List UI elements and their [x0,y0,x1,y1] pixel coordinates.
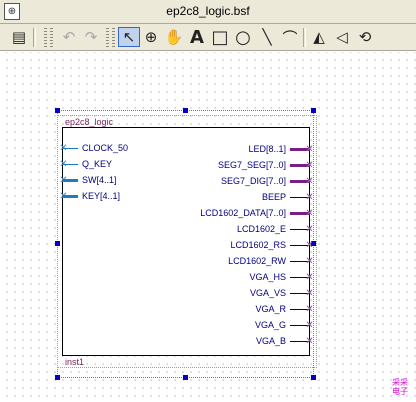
pointer-icon[interactable]: ↖ [118,27,140,47]
line-icon[interactable]: ╲ [256,27,278,47]
toolbar-grip[interactable] [50,28,53,47]
pin-terminal-icon: ✕ [305,320,314,331]
block-icon[interactable]: ▤ [8,27,30,47]
output-pin-label: LCD1602_RW [228,256,286,266]
input-bus-line [62,195,78,198]
undo-icon[interactable]: ↶ [58,27,80,47]
arc-icon[interactable]: ⌒ [279,27,301,47]
input-pin-line [62,148,78,149]
output-pin-label: VGA_G [254,320,286,330]
title-bar: ⊕ ep2c8_logic.bsf [0,0,416,24]
flip-horizontal-icon[interactable]: ◭ [308,27,330,47]
toolbar-grip[interactable] [44,28,47,47]
output-pin-label: VGA_B [255,336,286,346]
resize-handle-left[interactable] [55,241,60,246]
resize-handle-bottom-left[interactable] [55,375,60,380]
output-pin-label: BEEP [261,192,286,202]
rectangle-icon[interactable]: □ [209,27,231,48]
output-pin-label: VGA_R [255,304,286,314]
block-name-label[interactable]: ep2c8_logic [65,117,113,127]
zoom-icon[interactable]: ⊕ [140,27,162,47]
pin-terminal-icon: ✕ [305,336,314,347]
resize-handle-bottom[interactable] [183,375,188,380]
output-pin-label: VGA_VS [249,288,286,298]
output-pin-label: LCD1602_RS [230,240,286,250]
redo-icon[interactable]: ↷ [80,27,102,47]
flip-vertical-icon[interactable]: ◁ [331,27,353,47]
text-icon[interactable]: A [186,27,208,48]
resize-handle-top-left[interactable] [55,108,60,113]
ellipse-icon[interactable]: ○ [232,27,254,48]
pin-terminal-icon: ✕ [305,160,314,171]
input-pin-label: KEY[4..1] [82,191,121,201]
output-pin-label: LCD1602_E [236,224,286,234]
toolbar-grip[interactable] [112,28,115,47]
input-pin-label: SW[4..1] [82,175,117,185]
pin-terminal-icon: ✕ [305,288,314,299]
input-pin-label: Q_KEY [82,159,113,169]
input-pin-line [62,164,78,165]
input-bus-line [62,179,78,182]
pin-terminal-icon: ✕ [305,272,314,283]
toolbar-grip[interactable] [106,28,109,47]
pin-terminal-icon: ✕ [305,208,314,219]
input-pin-label: CLOCK_50 [82,143,129,153]
instance-name-label[interactable]: inst1 [65,357,84,367]
pin-terminal-icon: ✕ [305,240,314,251]
window-title: ep2c8_logic.bsf [166,4,250,18]
pin-terminal-icon: ✕ [305,256,314,267]
output-pin-label: LCD1602_DATA[7..0] [200,208,286,218]
pin-terminal-icon: ✕ [305,176,314,187]
output-pin-label: LED[8..1] [248,144,286,154]
output-pin-label: VGA_HS [249,272,286,282]
corner-watermark: 采采 电子 [392,378,408,396]
toolbar-separator [33,28,36,47]
toolbar-separator [303,28,306,47]
watermark-line: 电子 [392,387,408,396]
output-pin-label: SEG7_DIG[7..0] [220,176,286,186]
resize-handle-top-right[interactable] [311,108,316,113]
pin-terminal-icon: ✕ [305,192,314,203]
hand-icon[interactable]: ✋ [163,27,185,47]
resize-handle-top[interactable] [183,108,188,113]
output-pin-label: SEG7_SEG[7..0] [217,160,286,170]
resize-handle-bottom-right[interactable] [311,375,316,380]
pin-terminal-icon: ✕ [305,224,314,235]
watermark-line: 采采 [392,378,408,387]
toolbar: ▤ ↶ ↷ ↖ ⊕ ✋ A □ ○ ╲ ⌒ ◭ ◁ ⟲ [0,24,416,51]
rotate-icon[interactable]: ⟲ [354,27,376,47]
pin-terminal-icon: ✕ [305,144,314,155]
pin-terminal-icon: ✕ [305,304,314,315]
